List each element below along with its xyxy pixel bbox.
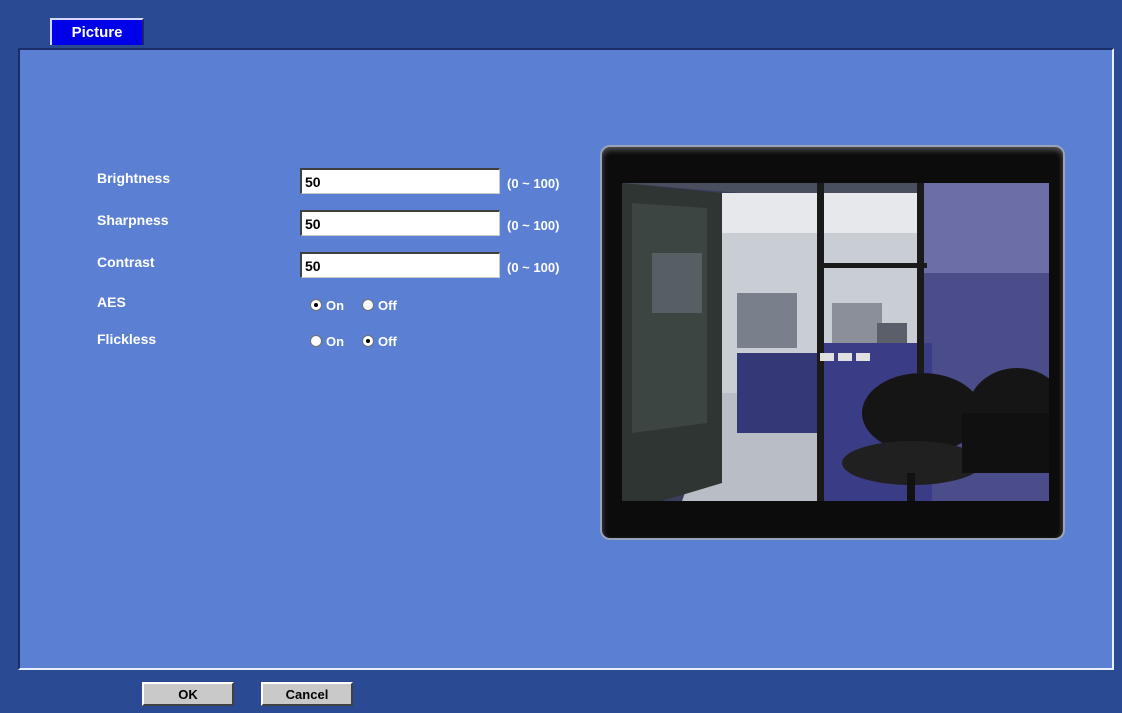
aes-on-radio[interactable] — [310, 299, 322, 311]
aes-off-radio[interactable] — [362, 299, 374, 311]
flickless-label: Flickless — [97, 331, 157, 347]
cancel-button[interactable]: Cancel — [261, 682, 353, 706]
aes-label: AES — [97, 294, 126, 310]
aes-off-label: Off — [378, 298, 397, 313]
flickless-off-radio[interactable] — [362, 335, 374, 347]
sharpness-label: Sharpness — [97, 212, 169, 228]
flickless-on-label: On — [326, 334, 345, 349]
contrast-range: (0 ~ 100) — [507, 260, 560, 275]
brightness-range: (0 ~ 100) — [507, 176, 560, 191]
camera-preview-image — [622, 183, 1049, 501]
contrast-input[interactable] — [300, 252, 500, 278]
camera-scene-image — [622, 183, 1049, 501]
flickless-on-radio[interactable] — [310, 335, 322, 347]
tab-picture[interactable]: Picture — [50, 18, 144, 45]
aes-on-label: On — [326, 298, 345, 313]
ok-button[interactable]: OK — [142, 682, 234, 706]
flickless-off-label: Off — [378, 334, 397, 349]
sharpness-range: (0 ~ 100) — [507, 218, 560, 233]
sharpness-input[interactable] — [300, 210, 500, 236]
brightness-input[interactable] — [300, 168, 500, 194]
brightness-label: Brightness — [97, 170, 171, 186]
contrast-label: Contrast — [97, 254, 155, 270]
camera-preview-frame — [600, 145, 1065, 540]
